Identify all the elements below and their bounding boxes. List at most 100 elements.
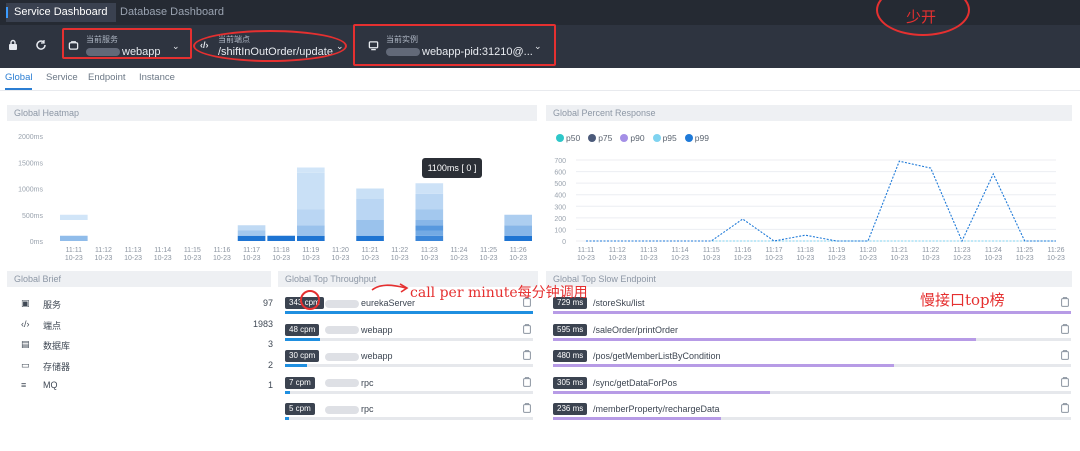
lock-icon[interactable] bbox=[4, 38, 22, 56]
throughput-row[interactable]: 5 cpm rpc bbox=[285, 403, 533, 430]
heatmap-cell bbox=[356, 235, 384, 241]
heatmap-cell bbox=[237, 235, 266, 241]
y-tick: 300 bbox=[554, 204, 566, 211]
heatmap-cell bbox=[297, 209, 325, 226]
database-icon: ▤ bbox=[21, 339, 30, 349]
heatmap-x-date: 10-23 bbox=[154, 255, 172, 262]
heatmap-x-tick: 11:21 bbox=[362, 247, 379, 254]
copy-icon[interactable] bbox=[1061, 323, 1069, 336]
heatmap-x-tick: 11:17 bbox=[243, 247, 260, 254]
slow-endpoint-row[interactable]: 595 ms/saleOrder/printOrder bbox=[553, 323, 1071, 351]
bar-track bbox=[285, 337, 533, 341]
heatmap-cell bbox=[356, 220, 384, 236]
brief-count: 3 bbox=[267, 339, 273, 349]
redacted-text bbox=[325, 352, 359, 361]
annotation-arrow bbox=[371, 283, 409, 293]
annotation-text-slow: 慢接口top榜 bbox=[920, 291, 1005, 309]
bar-track bbox=[553, 311, 1071, 314]
bar-track bbox=[285, 417, 533, 420]
copy-icon[interactable] bbox=[523, 350, 531, 362]
brief-row: ‹/› 端点 1983 bbox=[21, 319, 273, 333]
y-tick: 100 bbox=[554, 227, 566, 234]
copy-icon[interactable] bbox=[1061, 403, 1069, 415]
x-date: 10-23 bbox=[953, 255, 971, 262]
latency-badge: 236 ms bbox=[553, 403, 588, 415]
heatmap-x-tick: 11:12 bbox=[95, 247, 112, 254]
heatmap-cell bbox=[415, 193, 444, 210]
x-tick: 11:15 bbox=[703, 247, 720, 254]
heatmap-x-date: 10-23 bbox=[243, 255, 261, 262]
copy-icon[interactable] bbox=[1061, 350, 1069, 362]
tab-service-dashboard[interactable]: Service Dashboard bbox=[6, 3, 116, 22]
heatmap-tooltip: 1100ms [ 0 ] bbox=[422, 158, 482, 178]
brief-label: MQ bbox=[43, 380, 58, 390]
copy-icon[interactable] bbox=[523, 403, 531, 415]
heatmap-cell bbox=[356, 188, 384, 199]
brief-count: 97 bbox=[262, 298, 273, 308]
heatmap-y-tick: 500ms bbox=[22, 213, 44, 220]
tab-database-dashboard[interactable]: Database Dashboard bbox=[112, 3, 232, 22]
heatmap-chart: 2000ms1500ms1000ms500ms0ms11:1110-2311:1… bbox=[18, 134, 532, 262]
brief-count: 2 bbox=[267, 359, 273, 370]
y-tick: 700 bbox=[554, 158, 566, 165]
tab-service[interactable]: Service bbox=[46, 72, 78, 83]
x-tick: 11:23 bbox=[954, 247, 971, 254]
server-icon: ▣ bbox=[21, 298, 30, 308]
throughput-row[interactable]: 30 cpm webapp bbox=[285, 350, 533, 377]
x-date: 10-23 bbox=[608, 255, 626, 262]
x-tick: 11:21 bbox=[891, 247, 908, 254]
bar-fill bbox=[285, 390, 290, 394]
heatmap-cell bbox=[267, 235, 295, 241]
redacted-text bbox=[325, 299, 359, 308]
heatmap-x-date: 10-23 bbox=[391, 255, 409, 262]
bar-fill bbox=[553, 364, 894, 367]
tab-endpoint[interactable]: Endpoint bbox=[88, 72, 126, 83]
annotation-ellipse-endpoint bbox=[193, 30, 347, 62]
tab-instance[interactable]: Instance bbox=[139, 72, 175, 83]
throughput-row[interactable]: 7 cpm rpc bbox=[285, 376, 533, 404]
bar-track bbox=[285, 364, 533, 367]
heatmap-x-tick: 11:25 bbox=[480, 247, 497, 254]
endpoint-name: /storeSku/list bbox=[593, 298, 645, 308]
bar-track bbox=[553, 364, 1071, 367]
tab-global[interactable]: Global bbox=[5, 72, 33, 90]
sub-nav: Global Service Endpoint Instance bbox=[0, 68, 1080, 90]
bar-track bbox=[553, 337, 1071, 341]
refresh-icon[interactable] bbox=[32, 38, 50, 56]
heatmap-cell bbox=[504, 225, 532, 236]
x-tick: 11:26 bbox=[1048, 247, 1065, 254]
copy-icon[interactable] bbox=[523, 376, 531, 389]
x-tick: 11:24 bbox=[985, 247, 1002, 254]
heatmap-cell bbox=[415, 209, 444, 220]
sub-nav-divider bbox=[0, 90, 1080, 91]
x-date: 10-23 bbox=[671, 255, 689, 262]
heatmap-x-date: 10-23 bbox=[361, 255, 379, 262]
copy-icon[interactable] bbox=[1061, 297, 1069, 309]
bar-track bbox=[285, 311, 533, 314]
heatmap-cell bbox=[504, 235, 532, 241]
latency-badge: 305 ms bbox=[553, 376, 588, 389]
y-tick: 0 bbox=[562, 239, 566, 246]
heatmap-x-date: 10-23 bbox=[509, 255, 527, 262]
copy-icon[interactable] bbox=[523, 323, 531, 336]
bar-fill bbox=[553, 390, 770, 394]
annotation-circle-cpm bbox=[300, 290, 320, 310]
heatmap-x-date: 10-23 bbox=[65, 255, 83, 262]
endpoint-name: rpc bbox=[325, 377, 374, 389]
heatmap-cell bbox=[504, 214, 532, 226]
endpoint-name: rpc bbox=[325, 403, 374, 415]
slow-endpoint-row[interactable]: 236 ms/memberProperty/rechargeData bbox=[553, 403, 1071, 430]
throughput-row[interactable]: 48 cpm webapp bbox=[285, 323, 533, 351]
redacted-text bbox=[325, 379, 359, 388]
heatmap-y-tick: 2000ms bbox=[18, 134, 43, 141]
x-date: 10-23 bbox=[1047, 255, 1065, 262]
cpm-badge: 30 cpm bbox=[285, 350, 320, 362]
bar-fill bbox=[285, 337, 320, 341]
slow-endpoint-row[interactable]: 480 ms/pos/getMemberListByCondition bbox=[553, 350, 1071, 377]
annotation-box-service bbox=[62, 28, 192, 59]
copy-icon[interactable] bbox=[1061, 376, 1069, 389]
slow-endpoint-row[interactable]: 305 ms/sync/getDataForPos bbox=[553, 376, 1071, 404]
slow-endpoint-title: Global Top Slow Endpoint bbox=[546, 271, 1072, 287]
annotation-box-instance bbox=[353, 24, 556, 66]
brief-label: 存储器 bbox=[43, 361, 71, 372]
